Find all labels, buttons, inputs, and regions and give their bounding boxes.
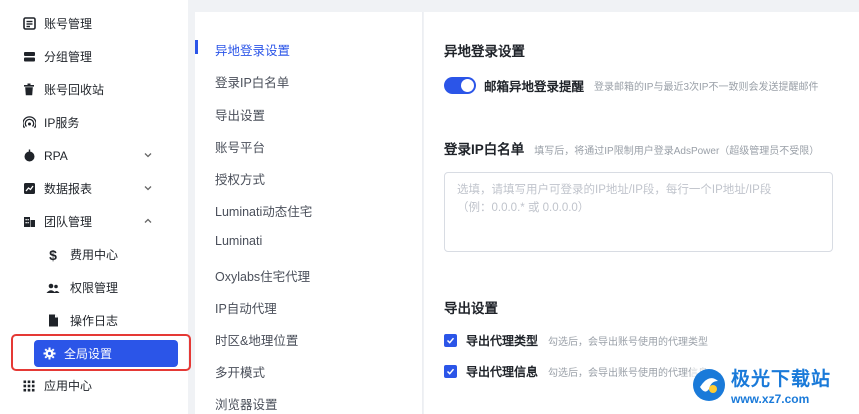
chevron-down-icon: [142, 149, 154, 161]
sidebar-item-permissions[interactable]: 权限管理: [0, 271, 188, 304]
sidebar-item-recycle-bin[interactable]: 账号回收站: [0, 73, 188, 106]
export-proxy-info-row: 导出代理信息 勾选后，会导出账号使用的代理信息: [444, 363, 708, 380]
watermark-logo-icon: [693, 369, 725, 401]
sidebar-item-account-management[interactable]: 账号管理: [0, 7, 188, 40]
export-proxy-info-checkbox[interactable]: [444, 365, 457, 378]
settings-nav-luminati-residential[interactable]: Luminati动态住宅: [215, 201, 312, 220]
watermark-title: 极光下载站: [731, 369, 832, 390]
sidebar-item-group-management[interactable]: 分组管理: [0, 40, 188, 73]
checkbox-hint: 勾选后，会导出账号使用的代理信息: [548, 368, 709, 379]
settings-nav-export[interactable]: 导出设置: [215, 105, 265, 124]
settings-nav-timezone-geo[interactable]: 时区&地理位置: [215, 330, 298, 349]
export-proxy-type-row: 导出代理类型 勾选后，会导出账号使用的代理类型: [444, 332, 708, 349]
settings-nav-oxylabs[interactable]: Oxylabs住宅代理: [215, 266, 310, 285]
sidebar-item-rpa[interactable]: RPA: [0, 139, 188, 172]
sidebar-item-label: 账号回收站: [44, 83, 105, 97]
chart-icon: [22, 182, 36, 196]
watermark-url: www.xz7.com: [731, 392, 810, 406]
sidebar-item-app-center[interactable]: 应用中心: [0, 369, 188, 402]
sidebar-item-label: 分组管理: [44, 50, 93, 64]
ip-whitelist-title-text: 登录IP白名单: [444, 142, 525, 157]
sidebar-item-label: 团队管理: [44, 215, 93, 229]
settings-panel: 异地登录设置 邮箱异地登录提醒 登录邮箱的IP与最近3次IP不一致则会发送提醒邮…: [424, 12, 859, 414]
sidebar: 账号管理 分组管理 账号回收站 IP服务 RPA 数据报表 团队管理 $ 费用中…: [0, 0, 191, 414]
settings-nav-account-platform[interactable]: 账号平台: [215, 137, 265, 156]
sidebar-item-team-management[interactable]: 团队管理: [0, 205, 188, 238]
settings-nav: 异地登录设置 登录IP白名单 导出设置 账号平台 授权方式 Luminati动态…: [195, 12, 423, 414]
document-icon: [46, 314, 60, 328]
watermark-text: 极光下载站 www.xz7.com: [731, 364, 831, 406]
section-title-export: 导出设置: [444, 301, 498, 316]
sidebar-item-label: 账号管理: [44, 17, 93, 31]
checkbox-label: 导出代理类型: [466, 334, 539, 348]
group-icon: [22, 50, 36, 64]
sidebar-item-label: 费用中心: [70, 248, 119, 262]
check-icon: [446, 337, 455, 344]
section-title-ip-whitelist: 登录IP白名单 填写后，将通过IP限制用户登录AdsPower（超级管理员不受限）: [444, 138, 819, 158]
settings-nav-ip-whitelist[interactable]: 登录IP白名单: [215, 72, 289, 91]
toggle-hint: 登录邮箱的IP与最近3次IP不一致则会发送提醒邮件: [594, 82, 819, 93]
export-proxy-type-checkbox[interactable]: [444, 334, 457, 347]
signal-icon: [22, 116, 36, 130]
settings-nav-ip-auto-proxy[interactable]: IP自动代理: [215, 298, 277, 317]
highlight-annotation-box: [11, 334, 191, 371]
apps-grid-icon: [22, 379, 36, 393]
checkbox-hint: 勾选后，会导出账号使用的代理类型: [548, 337, 709, 348]
sidebar-item-ip-service[interactable]: IP服务: [0, 106, 188, 139]
site-watermark: 极光下载站 www.xz7.com: [691, 361, 851, 409]
trash-icon: [22, 83, 36, 97]
remote-login-email-toggle[interactable]: [444, 77, 476, 94]
sidebar-item-label: RPA: [44, 148, 68, 163]
settings-nav-remote-login[interactable]: 异地登录设置: [215, 40, 290, 59]
checkbox-label: 导出代理信息: [466, 365, 539, 379]
ip-whitelist-input[interactable]: [444, 172, 833, 252]
robot-icon: [22, 149, 36, 163]
settings-nav-browser[interactable]: 浏览器设置: [215, 394, 278, 413]
sidebar-item-operation-log[interactable]: 操作日志: [0, 304, 188, 337]
toggle-label: 邮箱异地登录提醒: [484, 80, 585, 94]
sidebar-item-billing[interactable]: $ 费用中心: [0, 238, 188, 271]
account-list-icon: [22, 17, 36, 31]
settings-nav-auth-method[interactable]: 授权方式: [215, 169, 265, 188]
sidebar-item-label: 操作日志: [70, 314, 119, 328]
ip-whitelist-hint: 填写后，将通过IP限制用户登录AdsPower（超级管理员不受限）: [534, 146, 820, 157]
chevron-up-icon: [142, 215, 154, 227]
remote-login-toggle-row: 邮箱异地登录提醒 登录邮箱的IP与最近3次IP不一致则会发送提醒邮件: [444, 76, 818, 95]
active-indicator: [195, 40, 198, 54]
section-title-remote-login: 异地登录设置: [444, 44, 525, 59]
sidebar-item-label: 应用中心: [44, 379, 93, 393]
sidebar-item-label: 数据报表: [44, 182, 93, 196]
check-icon: [446, 368, 455, 375]
settings-nav-multi-open[interactable]: 多开模式: [215, 362, 265, 381]
chevron-down-icon: [142, 182, 154, 194]
team-icon: [22, 215, 36, 229]
sidebar-item-label: 权限管理: [70, 281, 119, 295]
dollar-icon: $: [49, 246, 57, 263]
users-icon: [46, 281, 60, 295]
settings-nav-luminati[interactable]: Luminati: [215, 234, 262, 248]
sidebar-item-reports[interactable]: 数据报表: [0, 172, 188, 205]
sidebar-item-label: IP服务: [44, 116, 80, 130]
